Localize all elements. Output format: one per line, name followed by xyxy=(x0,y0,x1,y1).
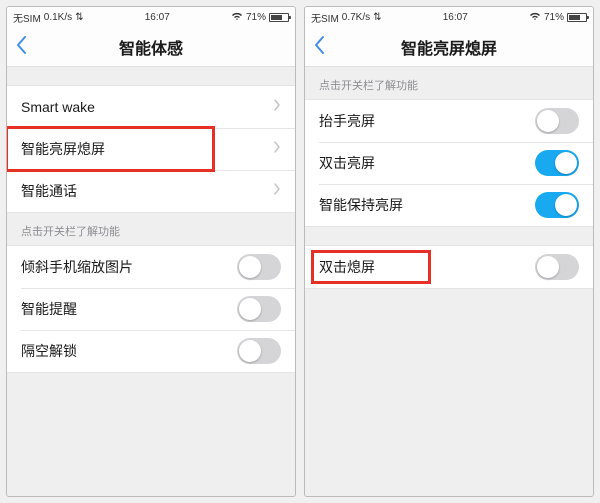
data-icon: ⇅ xyxy=(373,12,381,23)
settings-row[interactable]: 双击亮屏 xyxy=(305,142,593,184)
page-title: 智能体感 xyxy=(119,35,183,59)
settings-row[interactable]: 倾斜手机缩放图片 xyxy=(7,246,295,288)
settings-row[interactable]: 抬手亮屏 xyxy=(305,100,593,142)
toggle-switch[interactable] xyxy=(237,254,281,280)
settings-row-label: 双击亮屏 xyxy=(319,153,375,173)
net-speed: 0.7K/s xyxy=(342,12,370,23)
phone-left: 无SIM 0.1K/s ⇅ 16:07 71% 智能体感 Smart wake 智… xyxy=(6,6,296,497)
settings-row[interactable]: 智能保持亮屏 xyxy=(305,184,593,226)
back-icon[interactable] xyxy=(313,35,325,59)
toggle-switch[interactable] xyxy=(535,254,579,280)
settings-row-label: 抬手亮屏 xyxy=(319,111,375,131)
settings-row-label: 智能通话 xyxy=(21,181,77,201)
settings-row[interactable]: Smart wake xyxy=(7,86,295,128)
settings-row-label: 倾斜手机缩放图片 xyxy=(21,257,133,277)
clock: 16:07 xyxy=(443,12,468,23)
battery-pct: 71% xyxy=(246,12,266,23)
chevron-right-icon xyxy=(273,98,281,117)
toggle-group: 倾斜手机缩放图片智能提醒隔空解锁 xyxy=(7,245,295,373)
toggle-switch[interactable] xyxy=(237,296,281,322)
battery-icon xyxy=(567,13,587,22)
wifi-icon xyxy=(529,11,541,24)
settings-row-label: 隔空解锁 xyxy=(21,341,77,361)
toggle-switch[interactable] xyxy=(535,108,579,134)
back-icon[interactable] xyxy=(15,35,27,59)
toggle-group-1: 抬手亮屏双击亮屏智能保持亮屏 xyxy=(305,99,593,227)
toggle-group-2: 双击熄屏 xyxy=(305,245,593,289)
settings-row[interactable]: 双击熄屏 xyxy=(305,246,593,288)
settings-row-label: 智能保持亮屏 xyxy=(319,195,403,215)
chevron-right-icon xyxy=(273,182,281,201)
content: Smart wake 智能亮屏熄屏智能通话 点击开关栏了解功能 倾斜手机缩放图片智… xyxy=(7,67,295,496)
net-speed: 0.1K/s xyxy=(44,12,72,23)
data-icon: ⇅ xyxy=(75,12,83,23)
battery-icon xyxy=(269,13,289,22)
settings-row-label: 智能提醒 xyxy=(21,299,77,319)
clock: 16:07 xyxy=(145,12,170,23)
statusbar: 无SIM 0.7K/s ⇅ 16:07 71% xyxy=(305,7,593,27)
settings-row[interactable]: 智能提醒 xyxy=(7,288,295,330)
chevron-right-icon xyxy=(273,140,281,159)
navbar: 智能亮屏熄屏 xyxy=(305,27,593,67)
navbar: 智能体感 xyxy=(7,27,295,67)
nav-group: Smart wake 智能亮屏熄屏智能通话 xyxy=(7,85,295,213)
settings-row[interactable]: 隔空解锁 xyxy=(7,330,295,372)
sim-status: 无SIM xyxy=(311,10,339,25)
page-title: 智能亮屏熄屏 xyxy=(401,35,497,59)
toggle-switch[interactable] xyxy=(535,192,579,218)
toggle-switch[interactable] xyxy=(237,338,281,364)
statusbar: 无SIM 0.1K/s ⇅ 16:07 71% xyxy=(7,7,295,27)
section-hint: 点击开关栏了解功能 xyxy=(7,213,295,245)
toggle-switch[interactable] xyxy=(535,150,579,176)
settings-row-label: 智能亮屏熄屏 xyxy=(21,139,105,159)
content: 点击开关栏了解功能 抬手亮屏双击亮屏智能保持亮屏 双击熄屏 xyxy=(305,67,593,496)
section-hint: 点击开关栏了解功能 xyxy=(305,67,593,99)
settings-row-label: Smart wake xyxy=(21,99,95,115)
settings-row-label: 双击熄屏 xyxy=(319,257,375,277)
phone-right: 无SIM 0.7K/s ⇅ 16:07 71% 智能亮屏熄屏 点击开关栏了解功能… xyxy=(304,6,594,497)
wifi-icon xyxy=(231,11,243,24)
battery-pct: 71% xyxy=(544,12,564,23)
settings-row[interactable]: 智能通话 xyxy=(7,170,295,212)
settings-row[interactable]: 智能亮屏熄屏 xyxy=(7,128,295,170)
sim-status: 无SIM xyxy=(13,10,41,25)
